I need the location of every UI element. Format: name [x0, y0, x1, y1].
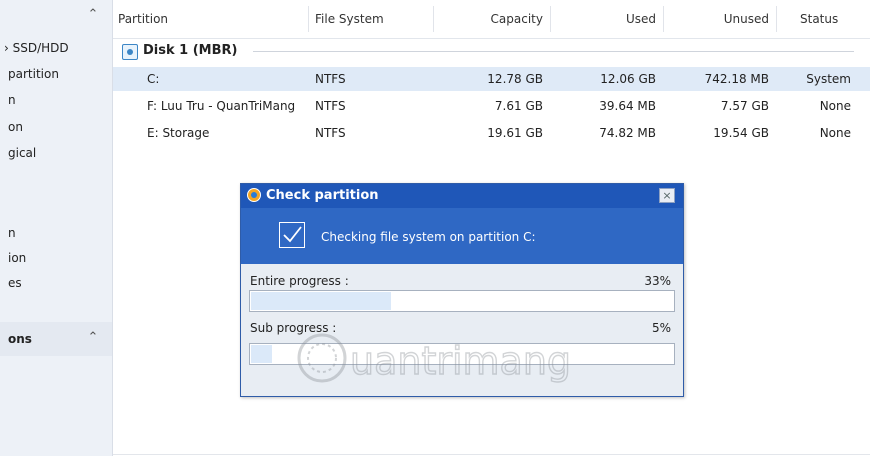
cell-used: 12.06 GB: [600, 72, 656, 86]
col-header-capacity[interactable]: Capacity: [443, 12, 543, 26]
entire-progress-fill: [251, 292, 391, 310]
column-divider[interactable]: [308, 6, 309, 32]
column-divider[interactable]: [663, 6, 664, 32]
close-icon[interactable]: ×: [659, 188, 675, 203]
cell-status: None: [819, 99, 851, 113]
sidebar: ⌃ › SSD/HDD partition n on gical n ion e…: [0, 0, 113, 456]
sidebar-item-logical[interactable]: gical: [8, 146, 36, 160]
checkmark-icon: [279, 222, 305, 248]
divider: [113, 454, 870, 455]
col-header-unused[interactable]: Unused: [669, 12, 769, 26]
cell-filesystem: NTFS: [315, 126, 346, 140]
cell-capacity: 7.61 GB: [494, 99, 543, 113]
cell-unused: 19.54 GB: [713, 126, 769, 140]
cell-filesystem: NTFS: [315, 99, 346, 113]
divider: [253, 51, 854, 52]
col-header-partition[interactable]: Partition: [118, 12, 168, 26]
sidebar-section-title: ons: [8, 332, 32, 346]
cell-status: None: [819, 126, 851, 140]
cell-unused: 7.57 GB: [720, 99, 769, 113]
cell-used: 74.82 MB: [599, 126, 656, 140]
col-header-filesystem[interactable]: File System: [315, 12, 384, 26]
table-row[interactable]: E: Storage NTFS 19.61 GB 74.82 MB 19.54 …: [113, 121, 870, 145]
cell-filesystem: NTFS: [315, 72, 346, 86]
app-logo-icon: [247, 188, 261, 202]
check-partition-dialog: Check partition × Checking file system o…: [240, 183, 684, 397]
banner-text: Checking file system on partition C:: [321, 230, 536, 244]
cell-capacity: 12.78 GB: [487, 72, 543, 86]
sidebar-item-6[interactable]: n: [8, 226, 16, 240]
section-chevron-icon[interactable]: ⌃: [86, 331, 100, 345]
sidebar-section-operations[interactable]: ons ⌃: [0, 322, 112, 356]
sub-progress-bar: [249, 343, 675, 365]
sidebar-item-7[interactable]: ion: [8, 251, 26, 265]
sub-progress-percent: 5%: [651, 321, 671, 335]
sidebar-item-ssd[interactable]: › SSD/HDD: [4, 41, 69, 55]
cell-capacity: 19.61 GB: [487, 126, 543, 140]
sidebar-header: ⌃: [0, 0, 112, 38]
cell-partition: E: Storage: [147, 126, 210, 140]
sidebar-item-4[interactable]: on: [8, 120, 23, 134]
cell-partition: C:: [147, 72, 160, 86]
table-row[interactable]: C: NTFS 12.78 GB 12.06 GB 742.18 MB Syst…: [113, 67, 870, 91]
cell-unused: 742.18 MB: [704, 72, 769, 86]
col-header-status[interactable]: Status: [800, 12, 838, 26]
dialog-title-bar[interactable]: Check partition ×: [241, 184, 683, 208]
col-header-used[interactable]: Used: [558, 12, 656, 26]
disk-label: Disk 1 (MBR): [143, 43, 238, 58]
cell-partition: F: Luu Tru - QuanTriMang: [147, 99, 296, 113]
column-divider[interactable]: [776, 6, 777, 32]
entire-progress-percent: 33%: [644, 274, 671, 288]
sidebar-item-3[interactable]: n: [8, 93, 16, 107]
cell-status: System: [806, 72, 851, 86]
table-row[interactable]: F: Luu Tru - QuanTriMang NTFS 7.61 GB 39…: [113, 94, 870, 118]
sidebar-item-partition[interactable]: partition: [8, 67, 59, 81]
sub-progress-label: Sub progress :: [250, 321, 337, 335]
entire-progress-bar: [249, 290, 675, 312]
entire-progress-label: Entire progress :: [250, 274, 349, 288]
table-header: Partition File System Capacity Used Unus…: [113, 0, 870, 39]
dialog-banner: Checking file system on partition C:: [241, 208, 683, 264]
dialog-title: Check partition: [266, 188, 379, 203]
sub-progress-fill: [251, 345, 273, 363]
cell-used: 39.64 MB: [599, 99, 656, 113]
column-divider[interactable]: [550, 6, 551, 32]
disk-icon: [122, 44, 138, 60]
column-divider[interactable]: [433, 6, 434, 32]
disk-row[interactable]: Disk 1 (MBR): [113, 38, 870, 64]
sidebar-item-8[interactable]: es: [8, 276, 22, 290]
collapse-chevron-icon[interactable]: ⌃: [86, 8, 100, 22]
